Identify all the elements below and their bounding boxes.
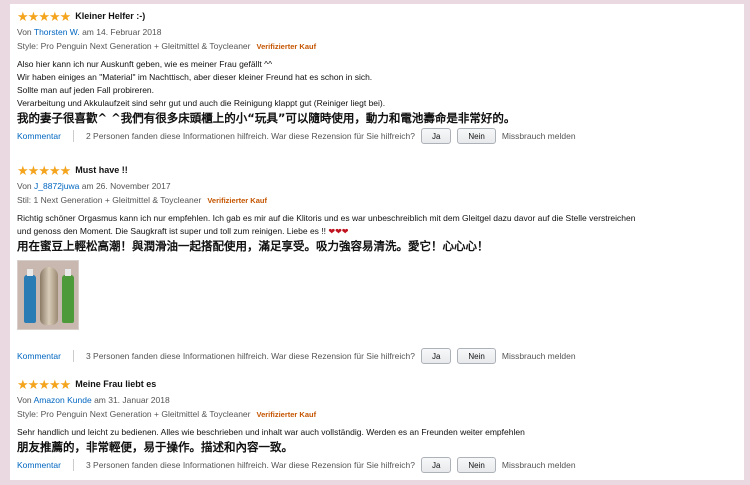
verified-badge: Verifizierter Kauf (256, 42, 317, 51)
author-link[interactable]: Thorsten W. (34, 27, 80, 37)
helpful-count: 3 Personen fanden diese Informationen hi… (85, 460, 415, 470)
star-icon: ★ (17, 162, 29, 178)
heart-emojis: ❤❤❤ (328, 227, 349, 236)
review-title[interactable]: Meine Frau liebt es (75, 379, 156, 389)
by-prefix: Von (17, 395, 32, 405)
helpful-count: 2 Personen fanden diese Informationen hi… (85, 131, 415, 141)
star-icon: ★ (48, 376, 61, 392)
device-image (40, 267, 58, 325)
chinese-translation: 我的妻子很喜歡^ ^我們有很多床頭櫃上的小“玩具”可以隨時使用，動力和電池壽命是… (17, 111, 516, 125)
body-line: Also hier kann ich nur Auskunft geben, w… (17, 59, 273, 69)
review-body: Sehr handlich und leicht zu bedienen. Al… (17, 426, 738, 439)
comment-link[interactable]: Kommentar (17, 131, 61, 141)
helpful-count: 3 Personen fanden diese Informationen hi… (85, 351, 415, 361)
review-date: am 14. Februar 2018 (82, 27, 162, 37)
star-icon: ★ (27, 162, 40, 178)
star-icon: ★ (48, 8, 61, 24)
cleaner-bottle-image (62, 269, 74, 323)
review-byline: Von J_8872juwa am 26. November 2017 (17, 180, 738, 192)
variant-text: Stil: 1 Next Generation + Gleitmittel & … (17, 195, 202, 205)
body-line: Richtig schöner Orgasmus kann ich nur em… (17, 213, 636, 223)
star-icon: ★ (59, 376, 72, 392)
helpful-no-button[interactable]: Nein (457, 457, 496, 473)
review-3: ★ ★ ★ ★ ★ Meine Frau liebt es Von Amazon Kun… (17, 376, 738, 474)
helpful-no-button[interactable]: Nein (457, 348, 496, 364)
by-prefix: Von (17, 181, 32, 191)
review-body: Also hier kann ich nur Auskunft geben, w… (17, 58, 738, 110)
star-icon: ★ (17, 8, 29, 24)
variant-text: Style: Pro Penguin Next Generation + Gle… (17, 41, 251, 51)
star-icon: ★ (38, 162, 50, 178)
review-date: am 31. Januar 2018 (94, 395, 170, 405)
review-footer: Kommentar 2 Personen fanden diese Inform… (17, 127, 738, 145)
helpful-yes-button[interactable]: Ja (420, 457, 452, 473)
body-line: Sehr handlich und leicht zu bedienen. Al… (17, 427, 525, 437)
comment-link[interactable]: Kommentar (17, 460, 61, 470)
chinese-translation: 用在蜜豆上輕松高潮！與潤滑油一起搭配使用，滿足享受。吸力強容易清洗。愛它！心心心… (17, 239, 489, 253)
star-rating: ★ ★ ★ ★ ★ (17, 376, 72, 392)
star-icon: ★ (27, 8, 40, 24)
helpful-yes-button[interactable]: Ja (420, 348, 452, 364)
star-rating: ★ ★ ★ ★ ★ (17, 162, 72, 178)
star-icon: ★ (27, 376, 40, 392)
star-icon: ★ (59, 8, 72, 24)
review-footer: Kommentar 3 Personen fanden diese Inform… (17, 456, 738, 474)
star-rating: ★ ★ ★ ★ ★ (17, 8, 72, 24)
author-link[interactable]: J_8872juwa (34, 181, 79, 191)
review-title[interactable]: Kleiner Helfer :-) (75, 11, 145, 21)
review-byline: Von Thorsten W. am 14. Februar 2018 (17, 26, 738, 38)
review-1: ★ ★ ★ ★ ★ Kleiner Helfer :-) Von Thorsten W.… (17, 8, 738, 145)
review-date: am 26. November 2017 (81, 181, 171, 191)
star-icon: ★ (38, 8, 50, 24)
variant-text: Style: Pro Penguin Next Generation + Gle… (17, 409, 251, 419)
star-icon: ★ (48, 162, 61, 178)
report-abuse-link[interactable]: Missbrauch melden (502, 460, 576, 470)
review-title[interactable]: Must have !! (75, 165, 128, 175)
report-abuse-link[interactable]: Missbrauch melden (502, 131, 576, 141)
star-icon: ★ (17, 376, 29, 392)
reviews-card: ★ ★ ★ ★ ★ Kleiner Helfer :-) Von Thorsten W.… (10, 4, 744, 480)
helpful-yes-button[interactable]: Ja (420, 128, 452, 144)
body-line: Wir haben einiges an "Material" im Nacht… (17, 72, 373, 82)
review-variant: Style: Pro Penguin Next Generation + Gle… (17, 40, 738, 52)
report-abuse-link[interactable]: Missbrauch melden (502, 351, 576, 361)
review-variant: Stil: 1 Next Generation + Gleitmittel & … (17, 194, 738, 206)
star-icon: ★ (38, 376, 50, 392)
review-photo[interactable] (17, 260, 79, 330)
review-variant: Style: Pro Penguin Next Generation + Gle… (17, 408, 738, 420)
review-body: Richtig schöner Orgasmus kann ich nur em… (17, 212, 738, 238)
verified-badge: Verifizierter Kauf (207, 196, 267, 205)
verified-badge: Verifizierter Kauf (256, 410, 317, 419)
author-link[interactable]: Amazon Kunde (34, 395, 92, 405)
divider (72, 459, 74, 471)
comment-link[interactable]: Kommentar (17, 351, 61, 361)
helpful-no-button[interactable]: Nein (457, 128, 496, 144)
divider (72, 350, 74, 362)
review-2: ★ ★ ★ ★ ★ Must have !! Von J_8872juwa am 26.… (17, 162, 738, 364)
star-icon: ★ (59, 162, 72, 178)
body-line: Sollte man auf jeden Fall probireren. (17, 85, 155, 95)
body-line: und genoss den Moment. Die Saugkraft ist… (17, 226, 327, 236)
divider (72, 130, 74, 142)
body-line: Verarbeitung und Akkulaufzeit sind sehr … (17, 98, 386, 108)
review-footer: Kommentar 3 Personen fanden diese Inform… (17, 347, 576, 365)
by-prefix: Von (17, 27, 32, 37)
review-byline: Von Amazon Kunde am 31. Januar 2018 (17, 394, 738, 406)
lubricant-bottle-image (24, 269, 36, 323)
chinese-translation: 朋友推薦的，非常輕便，易于操作。描述和內容一致。 (17, 440, 293, 454)
